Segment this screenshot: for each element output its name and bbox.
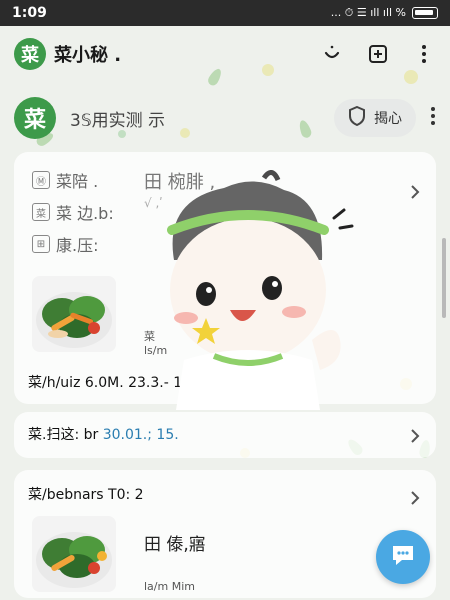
scrollbar[interactable] <box>442 238 446 318</box>
more-vertical-icon[interactable] <box>430 106 436 130</box>
plus-square-icon[interactable] <box>366 42 390 66</box>
chat-icon <box>390 543 416 571</box>
more-vertical-icon[interactable] <box>412 42 436 66</box>
app-actions <box>320 42 436 66</box>
chat-button[interactable] <box>376 530 430 584</box>
battery-icon <box>412 7 438 19</box>
scan-label: 菜.扫这: br <box>28 427 99 443</box>
smile-icon[interactable] <box>320 42 344 66</box>
vegetable-thumbnail[interactable] <box>32 516 116 592</box>
card3-caption: la/m Mim <box>144 580 195 593</box>
chevron-right-icon[interactable] <box>408 428 422 443</box>
app-logo: 菜 <box>14 38 46 70</box>
chevron-right-icon[interactable] <box>408 184 422 199</box>
care-button[interactable]: 揭心 <box>334 99 416 137</box>
status-bar: 1:09 ... ⏱ ☰ ıll ıll % <box>0 0 450 26</box>
status-time: 1:09 <box>12 5 47 21</box>
shield-icon <box>348 105 366 130</box>
menu-item-label: 康.压: <box>56 236 99 255</box>
menu-item-icon: 菜 <box>32 203 50 221</box>
menu-row[interactable]: Ⓜ 菜陪 . <box>32 164 114 196</box>
menu-row[interactable]: 菜 菜 边.b: <box>32 196 114 228</box>
app-title: 菜小秘 . <box>54 45 122 66</box>
vegetable-thumbnail[interactable] <box>32 276 116 352</box>
menu-list: Ⓜ 菜陪 . 菜 菜 边.b: ⊞ 康.压: <box>32 164 114 260</box>
card3-header: 菜/bebnars T0: 2 <box>28 487 144 503</box>
menu-item-label: 菜陪 . <box>56 172 99 191</box>
menu-item-label: 菜 边.b: <box>56 204 114 223</box>
scan-value: 30.01.; 15. <box>102 427 179 443</box>
sub-header-text: 3𝕊用实测 示 <box>70 110 166 131</box>
card3-title: 田 傣,寤 <box>144 535 206 555</box>
menu-row[interactable]: ⊞ 康.压: <box>32 228 114 260</box>
care-label: 揭心 <box>374 111 402 127</box>
card-secondary[interactable]: 菜/bebnars T0: 2 田 傣,寤 la/m Mim <box>14 470 436 598</box>
avatar[interactable]: 菜 <box>14 97 56 139</box>
mascot-illustration <box>144 170 354 410</box>
chevron-right-icon[interactable] <box>408 490 422 505</box>
app-bar: 菜 菜小秘 . <box>0 26 450 82</box>
status-icons-text: ... ⏱ ☰ ıll ıll % <box>330 6 406 19</box>
status-icons: ... ⏱ ☰ ıll ıll % <box>331 6 438 20</box>
menu-item-icon: Ⓜ <box>32 171 50 189</box>
sub-header: 菜 3𝕊用实测 示 揭心 <box>0 92 450 144</box>
scan-row: 菜.扫这: br 30.01.; 15. <box>28 424 179 444</box>
menu-item-icon: ⊞ <box>32 235 50 253</box>
card-scan[interactable]: 菜.扫这: br 30.01.; 15. <box>14 412 436 458</box>
